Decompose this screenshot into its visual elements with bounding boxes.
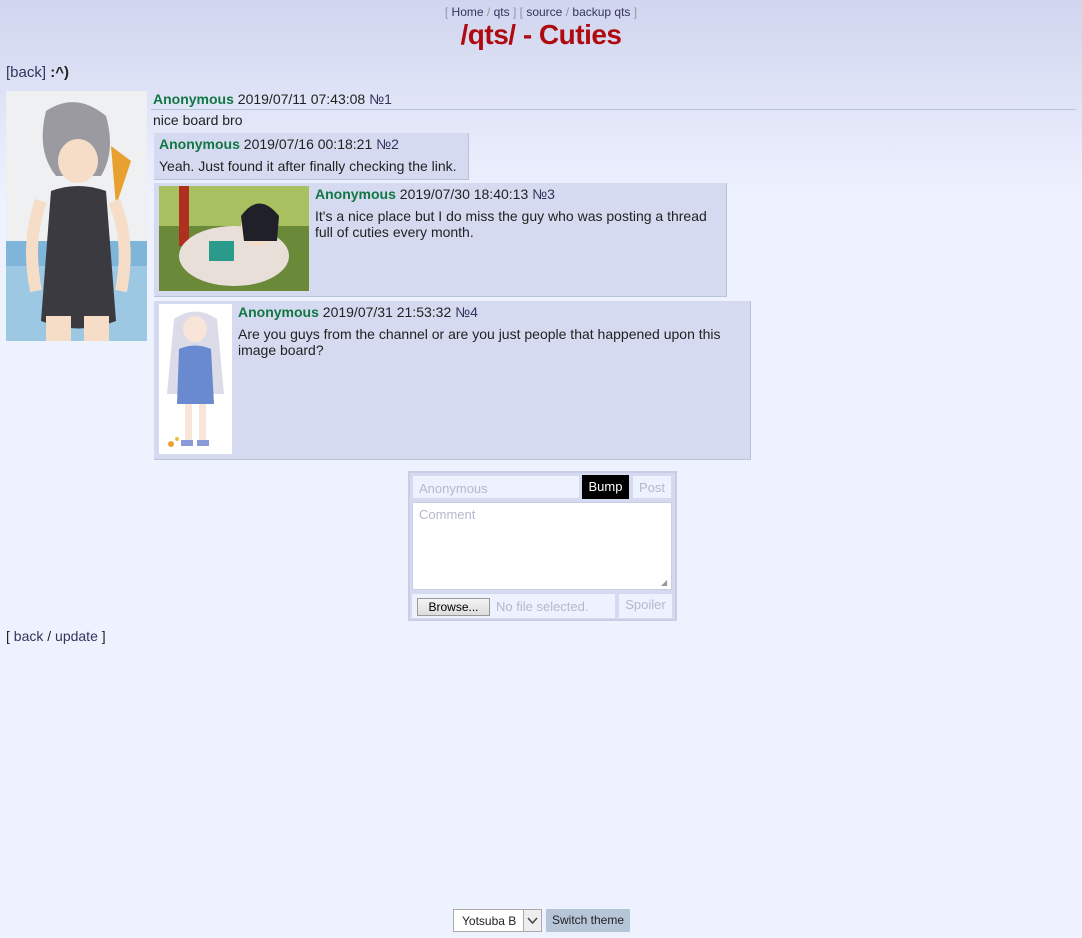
separator: / xyxy=(47,628,52,644)
post-date: 2019/07/11 07:43:08 xyxy=(237,91,366,107)
backup-qts-link[interactable]: backup qts xyxy=(572,5,630,19)
spoiler-toggle[interactable]: Spoiler xyxy=(619,594,672,618)
post-button[interactable]: Post xyxy=(632,475,672,499)
reply-header: Anonymous 2019/07/16 00:18:21 №2 xyxy=(159,136,399,152)
post-date: 2019/07/31 21:53:32 xyxy=(322,304,452,320)
poster-name: Anonymous xyxy=(153,91,234,107)
bracket: ] xyxy=(633,5,638,19)
op-post-header: Anonymous 2019/07/11 07:43:08 №1 xyxy=(153,91,392,107)
post-number-link[interactable]: №3 xyxy=(532,186,555,202)
reply-body: Yeah. Just found it after finally checki… xyxy=(159,158,457,174)
comment-placeholder: Comment xyxy=(419,507,476,522)
thread-subject: :^) xyxy=(50,64,69,81)
divider xyxy=(151,109,1076,110)
reply-form: Anonymous Bump Post Comment ◢ Browse... … xyxy=(408,471,677,621)
post-number-link[interactable]: №2 xyxy=(376,136,399,152)
poster-name: Anonymous xyxy=(315,186,396,202)
bracket: ] xyxy=(101,628,106,644)
reply-header: Anonymous 2019/07/31 21:53:32 №4 xyxy=(238,304,478,320)
resize-handle-icon[interactable]: ◢ xyxy=(661,579,669,587)
bump-button[interactable]: Bump xyxy=(582,475,629,499)
name-input[interactable]: Anonymous xyxy=(412,475,580,499)
bracket: [ xyxy=(444,5,449,19)
post-number-link[interactable]: №1 xyxy=(369,91,392,107)
board-title: /qts/ - Cuties xyxy=(460,19,622,50)
comment-textarea[interactable]: Comment ◢ xyxy=(412,502,672,590)
bracket: [ xyxy=(519,5,523,19)
reply-post: Anonymous 2019/07/30 18:40:13 №3 It's a … xyxy=(154,183,727,297)
reply-body: It's a nice place but I do miss the guy … xyxy=(315,208,707,240)
browse-button[interactable]: Browse... xyxy=(417,598,490,616)
theme-select-value: Yotsuba B xyxy=(462,914,517,928)
bracket: ] xyxy=(512,5,517,19)
separator: / xyxy=(486,5,491,19)
file-input[interactable]: Browse... No file selected. xyxy=(412,594,615,618)
post-number-link[interactable]: №4 xyxy=(455,304,478,320)
back-link[interactable]: back xyxy=(14,628,44,644)
reply-image-thumbnail[interactable] xyxy=(159,186,309,291)
reply-body: Are you guys from the channel or are you… xyxy=(238,326,721,358)
switch-theme-button[interactable]: Switch theme xyxy=(546,909,630,932)
reply-post: Anonymous 2019/07/31 21:53:32 №4 Are you… xyxy=(154,301,751,460)
chevron-down-icon[interactable] xyxy=(523,910,541,931)
back-link[interactable]: [back] xyxy=(6,64,46,81)
bottom-navigation: [ back / update ] xyxy=(6,628,106,644)
op-image-thumbnail[interactable] xyxy=(6,91,147,341)
post-date: 2019/07/16 00:18:21 xyxy=(243,136,373,152)
theme-select[interactable]: Yotsuba B xyxy=(453,909,542,932)
separator: / xyxy=(565,5,570,19)
top-navigation: [ Home / qts ] [ source / backup qts ] xyxy=(0,5,1082,19)
bracket: [ xyxy=(6,628,10,644)
qts-link[interactable]: qts xyxy=(494,5,510,19)
home-link[interactable]: Home xyxy=(452,5,484,19)
source-link[interactable]: source xyxy=(526,5,562,19)
file-status: No file selected. xyxy=(496,599,589,614)
thread-header: [back] :^) xyxy=(6,64,69,81)
poster-name: Anonymous xyxy=(159,136,240,152)
post-date: 2019/07/30 18:40:13 xyxy=(399,186,529,202)
reply-image-thumbnail[interactable] xyxy=(159,304,232,454)
op-post-body: nice board bro xyxy=(153,112,243,128)
update-link[interactable]: update xyxy=(55,628,98,644)
reply-post: Anonymous 2019/07/16 00:18:21 №2 Yeah. J… xyxy=(154,133,469,180)
reply-header: Anonymous 2019/07/30 18:40:13 №3 xyxy=(315,186,555,202)
poster-name: Anonymous xyxy=(238,304,319,320)
